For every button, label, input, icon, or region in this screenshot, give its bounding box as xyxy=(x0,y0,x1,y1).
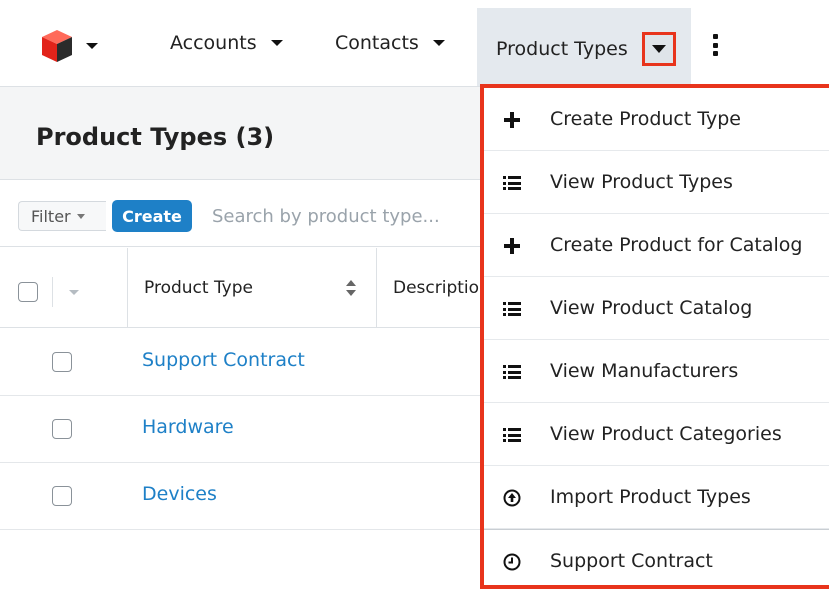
list-icon xyxy=(502,173,522,193)
nav-tab-accounts[interactable]: Accounts xyxy=(170,32,283,54)
column-header-description[interactable]: Description xyxy=(393,278,481,298)
product-types-dropdown-menu: Create Product Type View Product Types C… xyxy=(480,84,829,589)
nav-tab-label: Product Types xyxy=(496,38,628,60)
nav-tab-label: Contacts xyxy=(335,32,419,54)
menu-item-support-contract[interactable]: Support Contract xyxy=(484,529,829,589)
select-all-checkbox[interactable] xyxy=(18,282,38,302)
filter-label: Filter xyxy=(31,206,71,226)
logo-cube-icon xyxy=(42,30,72,62)
menu-item-view-product-types[interactable]: View Product Types xyxy=(484,151,829,214)
upload-circle-icon xyxy=(502,488,522,508)
page-title: Product Types (3) xyxy=(36,123,275,151)
table-row: Devices xyxy=(0,463,480,530)
list-icon xyxy=(502,425,522,445)
row-checkbox[interactable] xyxy=(52,419,72,439)
top-navigation-bar: Accounts Contacts Product Types xyxy=(0,0,829,86)
chevron-down-icon xyxy=(651,45,666,53)
menu-item-view-manufacturers[interactable]: View Manufacturers xyxy=(484,340,829,403)
column-divider xyxy=(376,248,377,328)
table-row: Hardware xyxy=(0,396,480,463)
record-link[interactable]: Devices xyxy=(142,483,217,505)
menu-item-label: Support Contract xyxy=(550,550,713,572)
menu-item-label: View Product Catalog xyxy=(550,297,753,319)
menu-item-label: View Product Types xyxy=(550,171,733,193)
chevron-down-icon xyxy=(86,43,98,49)
search-input[interactable] xyxy=(200,201,480,231)
menu-item-label: Create Product Type xyxy=(550,108,741,130)
table-row: Support Contract xyxy=(0,329,480,396)
clock-icon xyxy=(502,552,522,572)
chevron-down-icon[interactable] xyxy=(270,40,283,46)
row-checkbox[interactable] xyxy=(52,352,72,372)
chevron-down-icon[interactable] xyxy=(432,40,445,46)
menu-item-view-product-categories[interactable]: View Product Categories xyxy=(484,403,829,466)
select-all-control[interactable] xyxy=(18,276,104,308)
divider xyxy=(52,277,53,307)
column-divider xyxy=(127,248,128,328)
menu-item-create-product-for-catalog[interactable]: Create Product for Catalog xyxy=(484,214,829,277)
plus-icon xyxy=(502,236,522,256)
sort-icon[interactable] xyxy=(345,279,357,297)
menu-item-label: View Product Categories xyxy=(550,423,782,445)
column-header-product-type[interactable]: Product Type xyxy=(144,278,253,298)
menu-item-view-product-catalog[interactable]: View Product Catalog xyxy=(484,277,829,340)
nav-tab-contacts[interactable]: Contacts xyxy=(335,32,445,54)
chevron-down-icon[interactable] xyxy=(69,289,79,295)
list-view-header: Product Types (3) xyxy=(0,86,480,180)
menu-item-create-product-type[interactable]: Create Product Type xyxy=(484,88,829,151)
row-checkbox[interactable] xyxy=(52,486,72,506)
menu-item-label: Import Product Types xyxy=(550,486,751,508)
product-types-dropdown-toggle[interactable] xyxy=(641,32,676,66)
create-button[interactable]: Create xyxy=(112,200,192,232)
chevron-down-icon xyxy=(76,213,85,219)
plus-icon xyxy=(502,110,522,130)
table-header: Product Type Description xyxy=(0,248,481,328)
filter-dropdown-button[interactable]: Filter xyxy=(18,201,106,231)
record-link[interactable]: Support Contract xyxy=(142,349,305,371)
menu-item-import-product-types[interactable]: Import Product Types xyxy=(484,466,829,529)
app-logo-menu[interactable] xyxy=(40,28,112,64)
menu-item-label: Create Product for Catalog xyxy=(550,234,803,256)
more-menu-icon[interactable] xyxy=(710,34,720,56)
menu-item-label: View Manufacturers xyxy=(550,360,739,382)
list-icon xyxy=(502,299,522,319)
record-link[interactable]: Hardware xyxy=(142,416,234,438)
filter-bar: Filter Create xyxy=(0,181,480,247)
list-icon xyxy=(502,362,522,382)
nav-tab-label: Accounts xyxy=(170,32,257,54)
nav-tab-product-types[interactable]: Product Types xyxy=(496,32,676,66)
